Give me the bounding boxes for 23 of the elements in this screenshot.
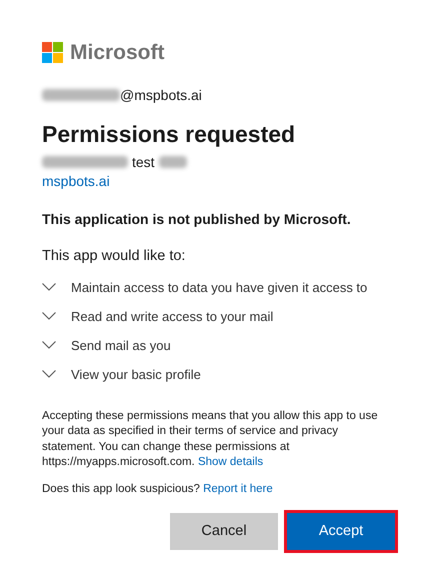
logo-icon	[42, 42, 63, 62]
chevron-down-icon	[42, 283, 56, 292]
intro-text: This app would like to:	[42, 247, 186, 266]
show-details-link[interactable]: Show details	[198, 456, 264, 468]
app-name: test	[132, 152, 155, 172]
permission-item[interactable]: Maintain access to data you have given it access to	[42, 272, 408, 302]
permission-item[interactable]: Send mail as you	[42, 330, 408, 360]
consent-text: Accepting these permissions means that you allow this app to use your data as specified in their terms of service and privacy statement. You can change these permissions at https://myapps.microsoft.com. Show details	[42, 408, 379, 470]
page-title: Permissions requested	[42, 120, 296, 149]
chevron-down-icon	[42, 370, 56, 378]
warning-text: This application is not published by Microsoft.	[42, 210, 352, 229]
report-link[interactable]: Report it here	[203, 482, 273, 495]
account-email: @mspbots.ai	[120, 86, 202, 105]
permission-item[interactable]: Read and write access to your mail	[42, 302, 408, 331]
brand-name: Microsoft	[70, 42, 164, 62]
report-text: Does this app look suspicious? Report it here	[42, 482, 274, 497]
cancel-button[interactable]: Cancel	[170, 513, 278, 550]
chevron-down-icon	[42, 312, 56, 320]
redacted-text	[158, 156, 187, 168]
publisher-link[interactable]: mspbots.ai	[42, 171, 110, 191]
chevron-down-icon	[42, 341, 56, 350]
permission-item[interactable]: View your basic profile	[42, 360, 408, 389]
accept-button[interactable]: Accept	[287, 513, 395, 550]
